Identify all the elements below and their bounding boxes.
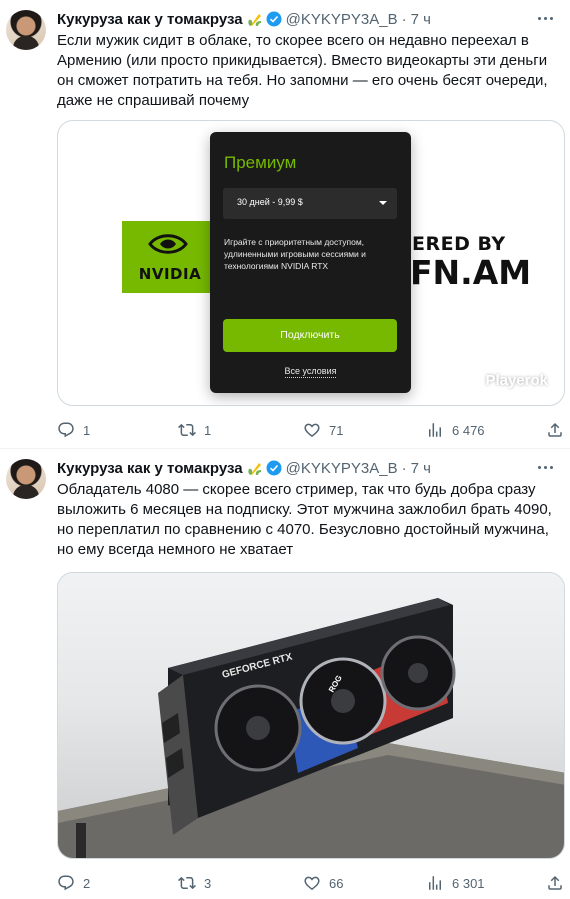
- tweet-media-image[interactable]: GEFORCE RTX ROG: [57, 572, 565, 859]
- retweet-icon: [178, 423, 196, 437]
- tweet-text: Обладатель 4080 — скорее всего стример, …: [57, 481, 552, 558]
- tweet-timestamp[interactable]: 7 ч: [411, 460, 431, 477]
- plan-description: Играйте с приоритетным доступом, удлинен…: [224, 237, 366, 271]
- author-name[interactable]: Кукуруза как у томакруза: [57, 460, 243, 477]
- author-name[interactable]: Кукуруза как у томакруза: [57, 11, 243, 28]
- corn-emoji-icon: [247, 463, 261, 475]
- nvidia-eye-icon: [148, 234, 188, 254]
- heart-icon: [304, 423, 320, 438]
- like-count: 71: [329, 422, 344, 438]
- period-select: 30 дней - 9,99 $: [223, 188, 397, 219]
- graphics-card-photo: GEFORCE RTX ROG: [58, 598, 564, 858]
- corn-emoji-icon: [247, 14, 261, 26]
- reply-icon: [58, 875, 74, 891]
- share-button[interactable]: [546, 420, 564, 440]
- share-icon: [548, 875, 562, 890]
- retweet-count: 3: [204, 875, 212, 891]
- views-count: 6 476: [452, 422, 485, 438]
- period-value: 30 дней - 9,99 $: [237, 197, 303, 207]
- retweet-button[interactable]: 1: [178, 420, 211, 440]
- all-terms-link: Все условия: [284, 366, 337, 378]
- like-button[interactable]: 71: [303, 420, 343, 440]
- verified-badge-icon: [266, 460, 282, 476]
- tweet-media-image[interactable]: NVIDIA ERED BY FN.AM Премиум 30 дней - 9…: [57, 120, 565, 406]
- chevron-down-icon: [379, 201, 387, 205]
- powered-by-text: ERED BY: [412, 233, 506, 255]
- retweet-count: 1: [204, 422, 212, 438]
- heart-icon: [304, 876, 320, 891]
- views-count: 6 301: [452, 875, 485, 891]
- views-chart-icon: [429, 876, 441, 890]
- tweet[interactable]: Кукуруза как у томакруза @KYKYPY3A_B · 7…: [0, 449, 570, 899]
- tweet-timestamp[interactable]: 7 ч: [411, 11, 431, 28]
- views-button[interactable]: 6 476: [426, 420, 485, 440]
- reply-button[interactable]: 1: [57, 420, 90, 440]
- tweet-header: Кукуруза как у томакруза @KYKYPY3A_B · 7…: [57, 9, 431, 29]
- avatar[interactable]: [6, 459, 46, 499]
- playerok-watermark: Playerok: [485, 372, 548, 389]
- share-button[interactable]: [546, 873, 564, 893]
- like-count: 66: [329, 875, 344, 891]
- like-button[interactable]: 66: [303, 873, 343, 893]
- nvidia-logo: NVIDIA: [122, 221, 218, 293]
- reply-icon: [58, 422, 74, 438]
- reply-button[interactable]: 2: [57, 873, 90, 893]
- separator-dot: ·: [401, 10, 407, 28]
- retweet-button[interactable]: 3: [178, 873, 211, 893]
- gfn-brand-text: FN.AM: [410, 253, 532, 292]
- avatar[interactable]: [6, 10, 46, 50]
- author-handle[interactable]: @KYKYPY3A_B: [286, 11, 398, 28]
- views-chart-icon: [429, 423, 441, 437]
- tweet-header: Кукуруза как у томакруза @KYKYPY3A_B · 7…: [57, 458, 431, 478]
- plan-title: Премиум: [224, 153, 297, 172]
- retweet-icon: [178, 876, 196, 890]
- tweet[interactable]: Кукуруза как у томакруза @KYKYPY3A_B · 7…: [0, 0, 570, 449]
- reply-count: 2: [83, 875, 91, 891]
- views-button[interactable]: 6 301: [426, 873, 485, 893]
- premium-plan-card: Премиум 30 дней - 9,99 $ Играйте с приор…: [210, 132, 411, 393]
- tweet-actions: 1 1 71 6 476: [57, 420, 569, 440]
- connect-button: Подключить: [223, 319, 397, 352]
- reply-count: 1: [83, 422, 91, 438]
- nvidia-logo-text: NVIDIA: [138, 265, 202, 283]
- author-handle[interactable]: @KYKYPY3A_B: [286, 460, 398, 477]
- separator-dot: ·: [401, 459, 407, 477]
- share-icon: [548, 422, 562, 437]
- more-options-icon[interactable]: [534, 8, 556, 28]
- more-options-icon[interactable]: [534, 457, 556, 477]
- tweet-text: Если мужик сидит в облаке, то скорее все…: [57, 32, 548, 109]
- tweet-actions: 2 3 66 6 301: [57, 873, 569, 893]
- verified-badge-icon: [266, 11, 282, 27]
